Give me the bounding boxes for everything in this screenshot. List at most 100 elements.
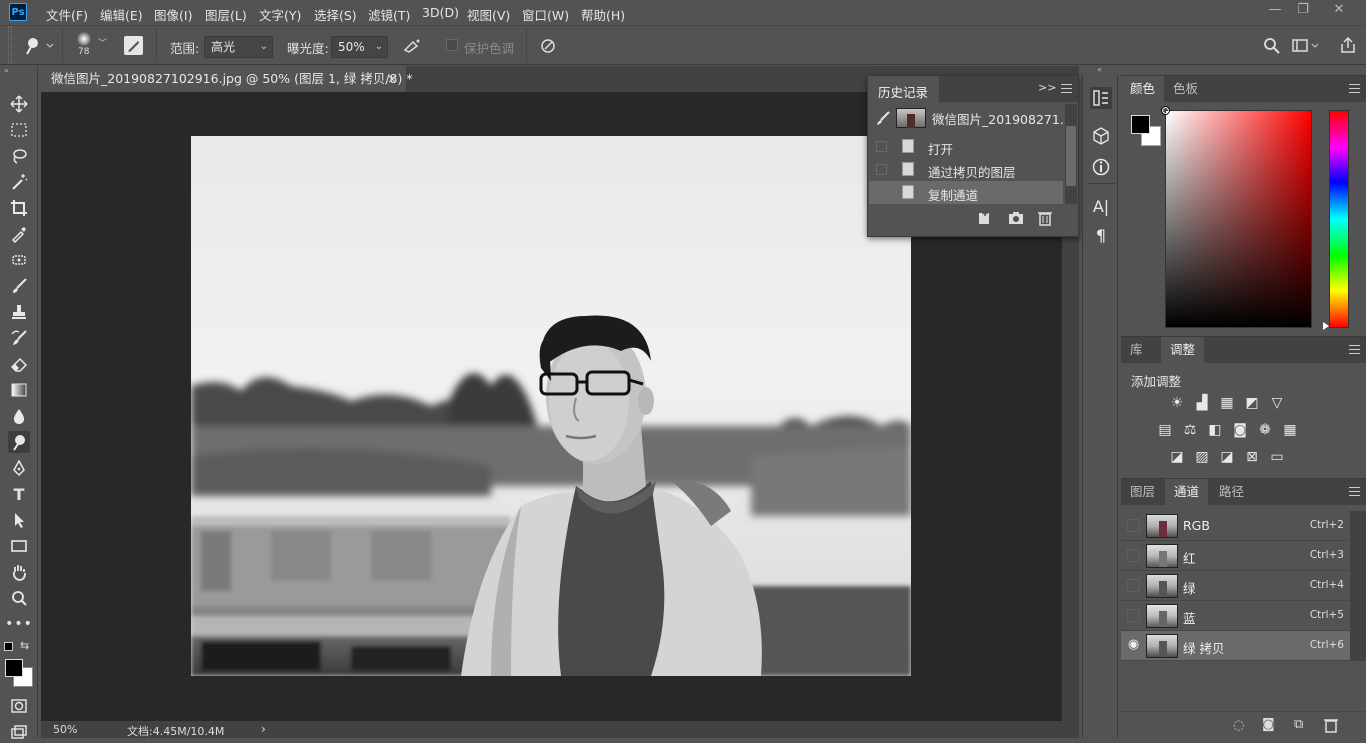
history-scrollbar[interactable] [1065,104,1077,204]
selective-color-icon[interactable]: ⊠ [1243,448,1261,466]
exposure-icon[interactable]: ◩ [1243,394,1261,412]
menu-edit[interactable]: 编辑(E) [100,5,143,24]
menu-help[interactable]: 帮助(H) [581,5,625,24]
screen-mode-button[interactable] [8,721,30,743]
search-button[interactable] [1262,36,1282,56]
gradient-map-icon[interactable]: ▭ [1268,448,1286,466]
visibility-toggle[interactable] [1127,519,1140,532]
vibrance-icon[interactable]: ▽ [1268,394,1286,412]
magic-wand-tool[interactable] [8,171,30,193]
close-button[interactable]: ✕ [1326,2,1352,20]
color-lookup-icon[interactable]: ▦ [1281,421,1299,439]
document-image[interactable] [191,136,911,676]
tab-color[interactable]: 颜色 [1121,76,1165,102]
menu-select[interactable]: 选择(S) [314,5,357,24]
hue-slider[interactable] [1329,110,1349,328]
panel-menu-icon[interactable] [1349,84,1360,93]
menu-filter[interactable]: 滤镜(T) [368,5,410,24]
visibility-toggle[interactable] [1127,579,1140,592]
scrollbar-thumb[interactable] [1066,126,1076,186]
rectangle-tool[interactable] [8,535,30,557]
history-tab[interactable]: 历史记录 [868,76,939,102]
path-selection-tool[interactable] [8,509,30,531]
minimize-button[interactable]: — [1262,2,1288,20]
history-source-checkbox[interactable] [876,141,887,152]
load-as-selection-icon[interactable]: ◌ [1233,718,1244,733]
visibility-toggle[interactable] [1127,549,1140,562]
default-colors-icon[interactable] [4,642,13,651]
new-channel-icon[interactable]: ⧉ [1294,717,1303,732]
zoom-tool[interactable] [8,587,30,609]
history-source-checkbox[interactable] [876,187,887,198]
share-button[interactable] [1338,35,1358,55]
quick-mask-button[interactable] [8,695,30,717]
menu-3d[interactable]: 3D(D) [422,5,459,20]
menu-layer[interactable]: 图层(L) [205,5,247,24]
panel-menu-icon[interactable] [1349,345,1360,354]
channel-row[interactable]: ◉ 绿 拷贝 Ctrl+6 [1121,631,1350,661]
posterize-icon[interactable]: ▨ [1193,448,1211,466]
tab-swatches[interactable]: 色板 [1164,76,1207,102]
black-white-icon[interactable]: ◧ [1206,421,1224,439]
collapse-icon[interactable]: » [4,66,34,75]
status-menu-arrow[interactable]: › [261,722,266,736]
close-tab-button[interactable]: × [387,66,397,92]
snapshot-button[interactable] [1007,210,1025,226]
channel-mixer-icon[interactable]: ❁ [1256,421,1274,439]
menu-image[interactable]: 图像(I) [154,5,192,24]
history-item[interactable]: 通过拷贝的图层 [869,158,1063,181]
protect-tones-checkbox[interactable] [446,39,458,51]
channel-row[interactable]: 绿 Ctrl+4 [1121,571,1350,601]
range-select[interactable]: 高光 ⌄ [204,36,273,58]
menu-type[interactable]: 文字(Y) [259,5,301,24]
expand-panels-icon[interactable]: « [1097,65,1102,74]
hue-slider-handle[interactable] [1323,322,1329,330]
save-selection-as-channel-icon[interactable]: ◙ [1262,717,1275,732]
history-snapshot[interactable]: 微信图片_201908271... [869,104,1072,132]
history-brush-tool[interactable] [8,327,30,349]
brush-tool[interactable] [8,275,30,297]
eyedropper-tool[interactable] [8,223,30,245]
color-field[interactable] [1161,106,1312,328]
visibility-toggle[interactable] [1127,609,1140,622]
new-document-from-state-button[interactable] [976,210,994,226]
history-source-checkbox[interactable] [876,164,887,175]
swap-colors-icon[interactable]: ⇆ [20,639,29,652]
curves-icon[interactable]: ▦ [1218,394,1236,412]
dodge-tool[interactable] [8,431,30,453]
marquee-tool[interactable] [8,119,30,141]
info-panel-button[interactable] [1090,156,1112,178]
panel-menu-icon[interactable] [1061,84,1072,93]
brush-settings-button[interactable] [124,36,143,55]
foreground-color-swatch[interactable] [5,659,23,677]
eraser-tool[interactable] [8,353,30,375]
pressure-size-button[interactable] [537,36,559,56]
tab-adjustments[interactable]: 调整 [1161,337,1205,363]
grip-handle[interactable] [8,26,12,64]
collapse-panel-icon[interactable]: >> [1038,81,1056,94]
history-item[interactable]: 打开 [869,135,1063,158]
tab-layers[interactable]: 图层 [1121,479,1164,505]
menu-window[interactable]: 窗口(W) [522,5,569,24]
channel-row[interactable]: 红 Ctrl+3 [1121,541,1350,571]
blur-tool[interactable] [8,405,30,427]
airbrush-button[interactable] [401,36,423,56]
color-picker-cursor[interactable] [1161,106,1170,115]
type-tool[interactable]: T [8,483,30,505]
invert-icon[interactable]: ◪ [1168,448,1186,466]
lasso-tool[interactable] [8,145,30,167]
move-tool[interactable] [8,93,30,115]
exposure-input[interactable]: 50% ⌄ [331,36,388,58]
hue-saturation-icon[interactable]: ▤ [1156,421,1174,439]
tab-channels[interactable]: 通道 [1165,479,1209,505]
photo-filter-icon[interactable]: ◙ [1231,421,1249,439]
tab-paths[interactable]: 路径 [1210,479,1253,505]
channel-row[interactable]: 蓝 Ctrl+5 [1121,601,1350,631]
threshold-icon[interactable]: ◪ [1218,448,1236,466]
clone-stamp-tool[interactable] [8,301,30,323]
gradient-tool[interactable] [8,379,30,401]
restore-button[interactable]: ❐ [1290,2,1316,20]
workspace-button[interactable] [1291,36,1321,56]
tab-libraries[interactable]: 库 [1121,337,1152,363]
pen-tool[interactable] [8,457,30,479]
